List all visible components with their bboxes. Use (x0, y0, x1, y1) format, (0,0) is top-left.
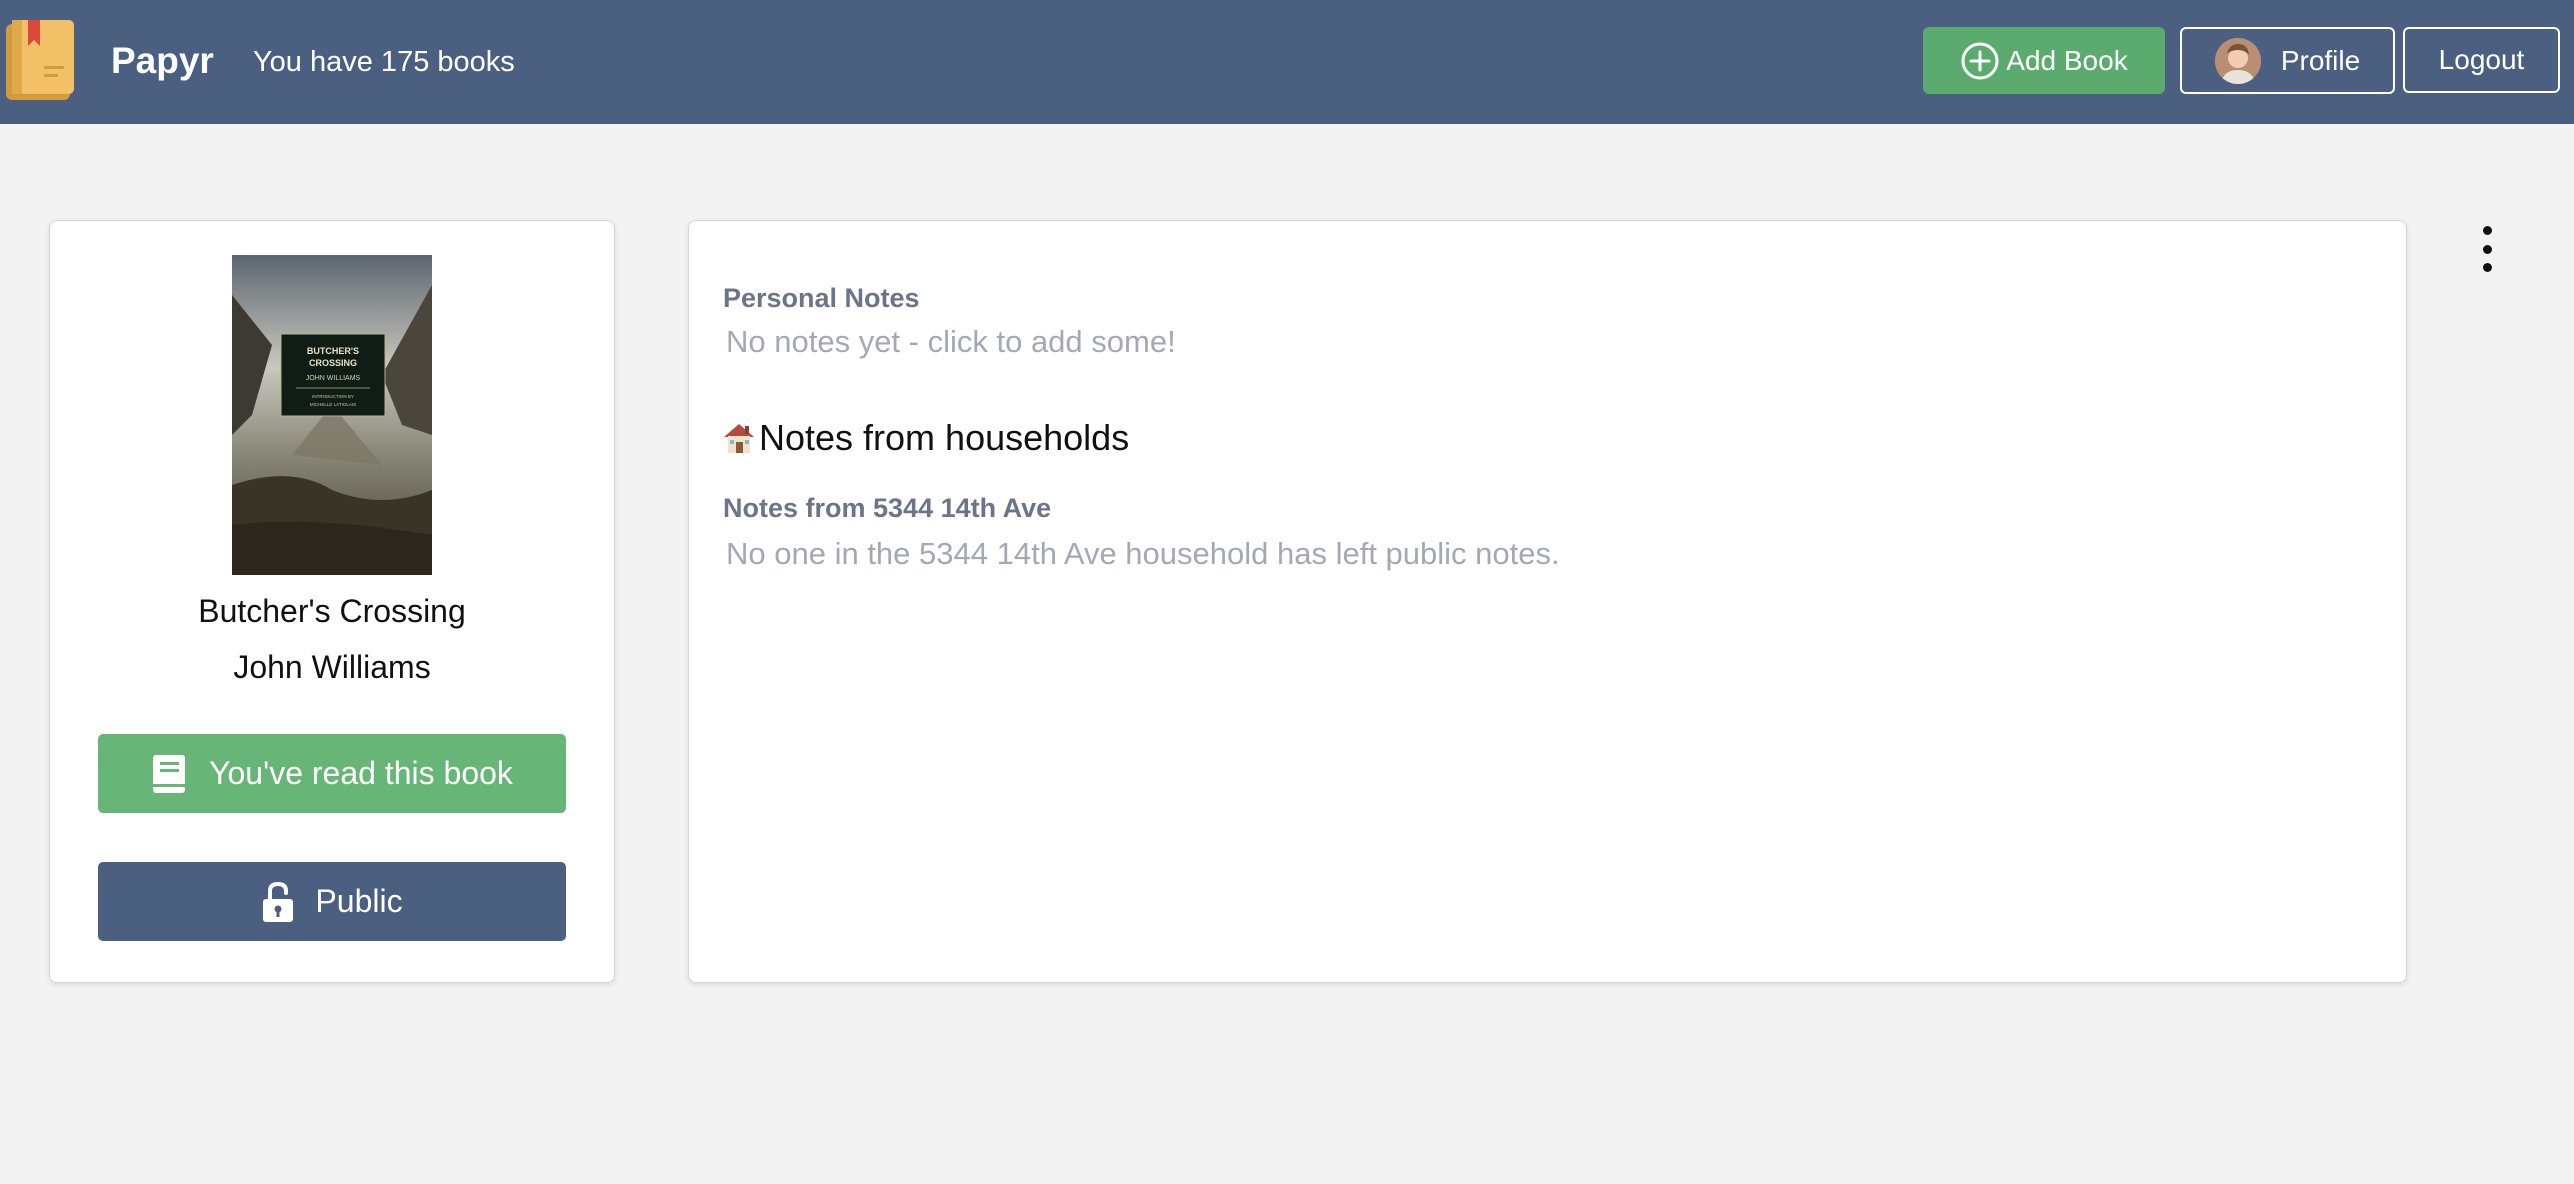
logout-button[interactable]: Logout (2403, 27, 2560, 93)
profile-button[interactable]: Profile (2180, 27, 2395, 94)
visibility-toggle-button[interactable]: Public (98, 862, 566, 941)
cover-title-line-2: CROSSING (309, 358, 357, 368)
personal-notes-label: Personal Notes (723, 283, 920, 313)
book-icon (153, 754, 186, 793)
cover-author: JOHN WILLIAMS (306, 375, 361, 382)
book-title: Butcher's Crossing (198, 593, 466, 629)
book-author: John Williams (233, 649, 431, 685)
more-options-menu[interactable] (2474, 226, 2500, 272)
personal-notes-placeholder[interactable]: No notes yet - click to add some! (726, 321, 1176, 363)
plus-circle-icon (1961, 42, 1999, 79)
notes-panel: Personal Notes No notes yet - click to a… (688, 220, 2407, 983)
house-icon (724, 424, 754, 453)
household-notes-empty-text: No one in the 5344 14th Ave household ha… (726, 536, 1560, 571)
add-book-button[interactable]: Add Book (1923, 27, 2165, 94)
profile-label: Profile (2280, 44, 2361, 76)
cover-intro-line-1: INTRODUCTION BY (312, 394, 354, 399)
cover-intro-line-2: MICHELLE LATIOLAIS (310, 402, 356, 407)
book-cover-image: BUTCHER'S CROSSING JOHN WILLIAMS INTRODU… (232, 255, 432, 575)
logout-label: Logout (2438, 44, 2525, 75)
papyr-logo[interactable] (6, 18, 76, 100)
households-heading: Notes from households (721, 414, 1129, 462)
avatar (2214, 37, 2261, 84)
read-status-button[interactable]: You've read this book (98, 734, 566, 813)
households-heading-text: Notes from households (759, 417, 1130, 458)
cover-title-line-1: BUTCHER'S (307, 346, 359, 356)
top-nav-bar: Papyr You have 175 books Add Book Profil… (0, 0, 2574, 124)
household-notes-label: Notes from 5344 14th Ave (723, 493, 1052, 523)
book-count-text: You have 175 books (253, 46, 515, 78)
book-card: BUTCHER'S CROSSING JOHN WILLIAMS INTRODU… (49, 220, 615, 983)
unlocked-padlock-icon (263, 881, 294, 922)
app-name[interactable]: Papyr (111, 38, 214, 84)
add-book-label: Add Book (2006, 44, 2128, 76)
more-vertical-icon (2482, 226, 2492, 235)
visibility-label: Public (315, 883, 403, 919)
read-status-label: You've read this book (209, 755, 513, 791)
